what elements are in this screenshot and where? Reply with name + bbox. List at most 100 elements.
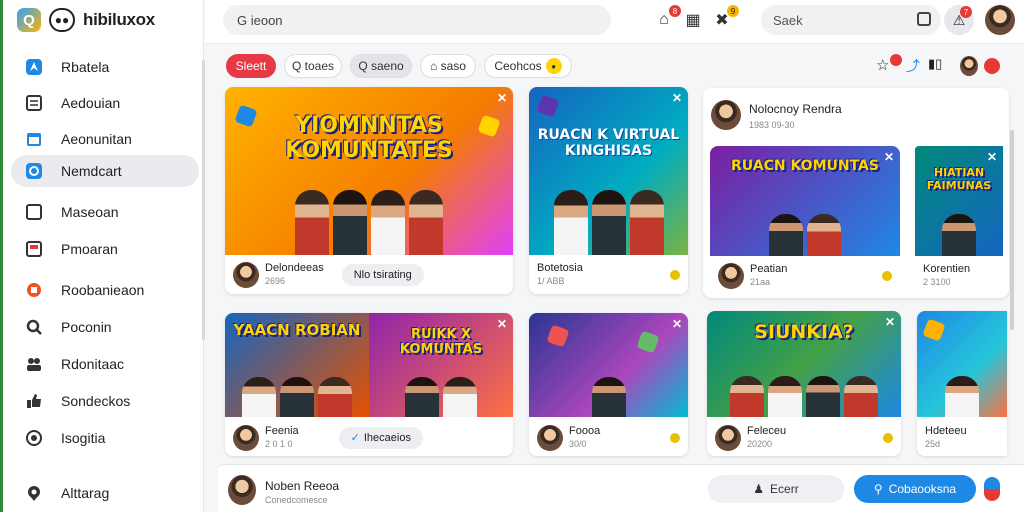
status-pill[interactable]: ✓ Ihecaeios: [338, 426, 423, 449]
video-thumbnail[interactable]: SIUNKIA? ✕: [707, 311, 901, 417]
status-pill[interactable]: Nlo tsirating: [341, 263, 424, 286]
channel-avatar[interactable]: [718, 263, 744, 289]
secondary-search-bar[interactable]: Saek: [761, 5, 941, 35]
location-pin-icon: [25, 484, 43, 502]
notification-badge: 8: [669, 5, 681, 17]
channel-avatar[interactable]: [233, 424, 259, 451]
channel-name[interactable]: Botetosia: [537, 262, 583, 275]
featured-name[interactable]: Nolocnoy Rendra: [749, 102, 842, 116]
channel-avatar[interactable]: [715, 424, 741, 451]
video-card[interactable]: ✕ Foooa 30/0: [529, 313, 688, 456]
close-icon[interactable]: ✕: [497, 317, 507, 331]
video-card[interactable]: RUACN KOMUNTAS ✕ Peatian 21aa: [710, 146, 900, 296]
chip-toaes[interactable]: Q toaes: [284, 54, 342, 78]
video-card[interactable]: SIUNKIA? ✕ Feleceu 20200: [707, 311, 901, 456]
video-thumbnail[interactable]: YAACN ROBIAN: [225, 313, 369, 417]
coin-icon: [670, 432, 680, 443]
video-card[interactable]: HIATIAN FAIMUNAS ✕ Korentien 2 3100: [915, 146, 1003, 296]
video-thumbnail[interactable]: RUACN K VIRTUAL KINGHISAS ✕: [529, 87, 688, 255]
video-thumbnail[interactable]: ✕: [529, 313, 688, 417]
star-icon[interactable]: ☆: [876, 56, 889, 74]
top-bar: ⌂8 ▦ ✖9 Saek ⚠ 7: [205, 0, 1024, 44]
featured-panel: Nolocnoy Rendra 1983 09-30 RUACN KOMUNTA…: [703, 88, 1009, 298]
channel-avatar[interactable]: [233, 261, 259, 288]
channel-name[interactable]: Feleceu: [747, 425, 786, 438]
video-thumbnail[interactable]: YIOMNNTAS KOMUNTATES ✕: [225, 87, 513, 255]
sidebar-item-aedouian[interactable]: Aedouian: [11, 87, 199, 119]
video-thumbnail[interactable]: HIATIAN FAIMUNAS ✕: [915, 146, 1003, 256]
home-icon[interactable]: ⌂ 8: [652, 5, 681, 32]
user-avatar[interactable]: [985, 5, 1015, 35]
video-card[interactable]: YAACN ROBIAN RUIKK X KOMUNTAS ✕ Feenia 2 …: [225, 313, 513, 456]
person-figure: [730, 376, 764, 417]
person-figure: [333, 190, 367, 255]
sidebar-scrollbar[interactable]: [202, 60, 205, 340]
brand-name: hibiluxox: [83, 10, 155, 29]
close-icon[interactable]: ✕: [497, 91, 507, 105]
sidebar-item-label: Nemdcart: [61, 163, 122, 179]
sidebar-item-aeonunitan[interactable]: Aeonunitan: [11, 123, 199, 155]
video-card[interactable]: Hdeteeu 25d: [917, 311, 1007, 456]
card-footer: Hdeteeu 25d: [917, 419, 1007, 456]
sidebar-item-maseoan[interactable]: Maseoan: [11, 196, 199, 228]
sidebar-item-roobanieaon[interactable]: Roobanieaon: [11, 274, 199, 306]
grid-icon[interactable]: [917, 12, 931, 26]
search-input[interactable]: [237, 12, 537, 28]
chip-sleett[interactable]: Sleett: [226, 54, 276, 78]
sidebar-item-poconin[interactable]: Poconin: [11, 311, 199, 343]
channel-name[interactable]: Hdeteeu: [925, 425, 967, 438]
apps-icon[interactable]: ▦: [681, 8, 705, 32]
chip-saso[interactable]: ⌂ saso: [420, 54, 476, 78]
chip-saeno[interactable]: Q saeno: [350, 54, 412, 78]
video-thumbnail[interactable]: RUIKK X KOMUNTAS ✕: [369, 313, 513, 417]
share-icon[interactable]: ⤴: [906, 56, 920, 76]
bottom-name[interactable]: Noben Reeoa: [265, 479, 339, 493]
close-icon[interactable]: ✕: [885, 315, 895, 329]
video-card[interactable]: YIOMNNTAS KOMUNTATES ✕ Delondeeas 2696 Nl…: [225, 87, 513, 294]
channel-avatar[interactable]: [537, 424, 563, 451]
bell-button[interactable]: ⚠ 7: [944, 5, 974, 35]
search-bar[interactable]: [223, 5, 611, 35]
channel-name[interactable]: Peatian: [750, 263, 787, 276]
video-thumbnail[interactable]: [917, 311, 1007, 417]
sidebar-item-sondeckos[interactable]: Sondeckos: [11, 385, 199, 417]
video-thumbnail[interactable]: RUACN KOMUNTAS ✕: [710, 146, 900, 256]
sidebar-item-nemdcart[interactable]: Nemdcart: [11, 155, 199, 187]
sidebar-item-alttarag[interactable]: Alttarag: [11, 477, 199, 509]
close-icon[interactable]: ✕: [672, 317, 682, 331]
profile-figure-icon[interactable]: [984, 477, 1000, 501]
featured-avatar[interactable]: [711, 100, 741, 130]
thumbnail-people: [529, 360, 688, 417]
sidebar-item-label: Aeonunitan: [61, 131, 132, 147]
video-card[interactable]: RUACN K VIRTUAL KINGHISAS ✕ Botetosia 1/ …: [529, 87, 688, 294]
bottom-bar: Noben Reeoa Conedcomesce ♟ Ecerr ⚲ Cobaook…: [218, 464, 1024, 512]
person-figure: [769, 213, 803, 256]
coin-icon: [883, 432, 893, 443]
content-scrollbar[interactable]: [1010, 130, 1014, 330]
thumbnail-title: RUACN KOMUNTAS: [731, 158, 879, 174]
tools-icon[interactable]: ✖ 9: [710, 5, 739, 32]
channel-name[interactable]: Feenia: [265, 425, 299, 438]
channel-name[interactable]: Korentien: [923, 263, 970, 276]
sidebar-item-pmoaran[interactable]: Pmoaran: [11, 233, 199, 265]
bottom-avatar[interactable]: [228, 475, 256, 505]
primary-action-button[interactable]: ⚲ Cobaooksna: [854, 475, 976, 503]
secondary-action-button[interactable]: ♟ Ecerr: [708, 475, 844, 503]
mini-avatar[interactable]: [960, 56, 978, 76]
brand[interactable]: Q ●● hibiluxox: [17, 6, 155, 34]
channel-name[interactable]: Foooa: [569, 425, 600, 438]
card-footer: Korentien 2 3100: [915, 258, 1003, 294]
video-meta: 2 3100: [923, 277, 951, 287]
sidebar-item-rdonitaac[interactable]: Rdonitaac: [11, 348, 199, 380]
stats-icon[interactable]: ▮▯: [928, 56, 942, 72]
close-icon[interactable]: ✕: [672, 91, 682, 105]
close-icon[interactable]: ✕: [987, 150, 997, 164]
close-icon[interactable]: ✕: [884, 150, 894, 164]
sidebar-item-rbatela[interactable]: Rbatela: [11, 51, 199, 83]
sidebar-item-isogitia[interactable]: Isogitia: [11, 422, 199, 454]
channel-name[interactable]: Delondeeas: [265, 262, 324, 275]
red-dot-icon[interactable]: [984, 58, 1000, 74]
video-meta: 2 0 1 0: [265, 438, 293, 449]
chip-ceohcos[interactable]: Ceohcos ●: [484, 54, 572, 78]
sidebar-item-label: Sondeckos: [61, 393, 131, 409]
